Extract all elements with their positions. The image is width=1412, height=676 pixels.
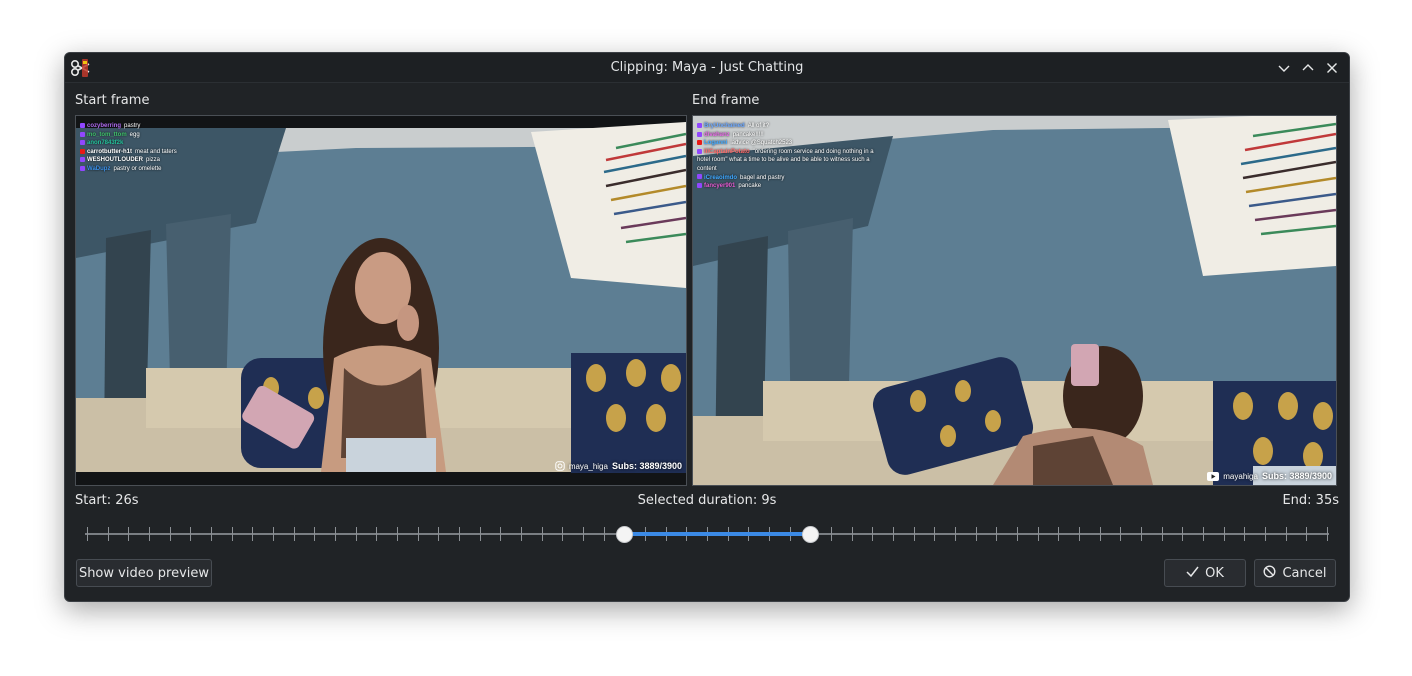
slider-tick — [521, 527, 522, 541]
slider-tick — [1223, 527, 1225, 541]
chat-line: cozyberring pastry — [80, 122, 177, 131]
start-handle[interactable] — [616, 526, 634, 543]
slider-tick — [1037, 527, 1039, 541]
subs-counter: Subs: 3889/3900 — [1261, 471, 1332, 481]
slider-tick — [1327, 527, 1328, 541]
slider-tick — [1058, 527, 1060, 541]
slider-tick — [417, 527, 419, 541]
slider-tick — [562, 527, 564, 541]
streamer-handle: mayahiga — [1223, 471, 1258, 481]
streamer-handle: maya_higa — [568, 461, 608, 471]
slider-tick — [438, 527, 440, 541]
clip-range-slider[interactable] — [85, 523, 1329, 545]
start-frame-chat: cozyberring pastry mo_tom_ttom egg anon784… — [80, 122, 177, 174]
end-frame-label: End frame — [692, 93, 760, 108]
cancel-label: Cancel — [1282, 565, 1327, 581]
slider-tick — [1203, 527, 1204, 541]
slider-tick — [397, 527, 398, 541]
slider-tick — [500, 527, 502, 541]
instagram-icon — [555, 461, 565, 471]
slider-tick — [975, 527, 977, 541]
slider-tick — [293, 527, 295, 541]
slider-tick — [996, 527, 998, 541]
ok-button[interactable]: OK — [1164, 559, 1246, 587]
start-frame-label: Start frame — [75, 93, 150, 108]
slider-tick — [603, 527, 605, 541]
slider-tick — [851, 527, 853, 541]
slider-tick — [87, 527, 88, 541]
title-bar[interactable]: Clipping: Maya - Just Chatting — [65, 53, 1349, 83]
slider-tick — [252, 527, 254, 541]
show-video-preview-button[interactable]: Show video preview — [76, 559, 212, 587]
clipping-dialog: Clipping: Maya - Just Chatting Start fra… — [64, 52, 1350, 602]
cancel-button[interactable]: Cancel — [1254, 559, 1336, 587]
slider-tick — [128, 527, 130, 541]
chat-line: BryUnchained All of it? — [697, 122, 887, 131]
chat-line: anon7843f2k — [80, 139, 177, 148]
selected-range — [624, 532, 811, 536]
end-frame-image: BryUnchained All of it? divahanz pancake!!… — [692, 115, 1337, 486]
checkmark-icon — [1186, 566, 1199, 581]
chat-line: WaDupz pastry or omelette — [80, 165, 177, 174]
cancel-icon — [1263, 564, 1276, 582]
selected-duration-label: Selected duration: 9s — [637, 493, 777, 508]
slider-tick — [913, 527, 915, 541]
slider-tick — [583, 527, 584, 541]
end-frame-chat: BryUnchained All of it? divahanz pancake!!… — [697, 122, 887, 191]
slider-tick — [376, 527, 378, 541]
end-handle[interactable] — [802, 526, 820, 543]
slider-tick — [335, 527, 336, 541]
slider-tick — [1265, 527, 1266, 541]
slider-tick — [893, 527, 894, 541]
slider-tick — [1306, 527, 1308, 541]
chat-line: WESHOUTLOUDER pizza — [80, 156, 177, 165]
slider-tick — [934, 527, 936, 541]
chat-line: lilCaptainPotato "ordering room service a… — [697, 148, 874, 172]
chat-line: mo_tom_ttom egg — [80, 131, 177, 140]
close-icon[interactable] — [1323, 59, 1341, 77]
youtube-icon — [1207, 471, 1220, 481]
slider-tick — [169, 527, 171, 541]
ok-label: OK — [1205, 565, 1224, 581]
slider-tick — [314, 527, 316, 541]
slider-tick — [1182, 527, 1184, 541]
slider-tick — [355, 527, 357, 541]
end-time-label: End: 35s — [1282, 493, 1339, 508]
slider-tick — [149, 527, 150, 541]
slider-tick — [1017, 527, 1018, 541]
slider-tick — [190, 527, 192, 541]
slider-tick — [1141, 527, 1142, 541]
slider-tick — [831, 527, 832, 541]
chevron-down-icon[interactable] — [1275, 59, 1293, 77]
slider-tick — [273, 527, 274, 541]
slider-tick — [872, 527, 874, 541]
slider-tick — [1161, 527, 1163, 541]
slider-tick — [107, 527, 109, 541]
slider-tick — [479, 527, 481, 541]
chevron-up-icon[interactable] — [1299, 59, 1317, 77]
window-title: Clipping: Maya - Just Chatting — [610, 60, 804, 75]
slider-tick — [955, 527, 956, 541]
subs-counter: Subs: 3889/3900 — [611, 461, 682, 471]
chat-line: fancyer901 pancake — [697, 182, 887, 191]
show-video-preview-label: Show video preview — [78, 565, 210, 581]
slider-tick — [1244, 527, 1246, 541]
slider-tick — [231, 527, 233, 541]
slider-tick — [1079, 527, 1080, 541]
slider-tick — [459, 527, 460, 541]
end-frame-overlay: mayahiga Subs: 3889/3900 — [1207, 471, 1332, 481]
chat-line: iCreaoimdo bagel and pastry — [697, 174, 887, 183]
slider-tick — [211, 527, 212, 541]
slider-tick — [541, 527, 543, 541]
slider-tick — [1285, 527, 1287, 541]
chat-line: Loganni ladvice @Squatch2523 — [697, 139, 887, 148]
chat-line: divahanz pancake!!!!! — [697, 131, 887, 140]
slider-tick — [1120, 527, 1122, 541]
slider-tick — [1099, 527, 1101, 541]
start-frame-overlay: maya_higa Subs: 3889/3900 — [555, 461, 682, 471]
chat-line: carrotbutter-h1t meat and taters — [80, 148, 177, 157]
start-frame-image: cozyberring pastry mo_tom_ttom egg anon784… — [75, 115, 687, 486]
